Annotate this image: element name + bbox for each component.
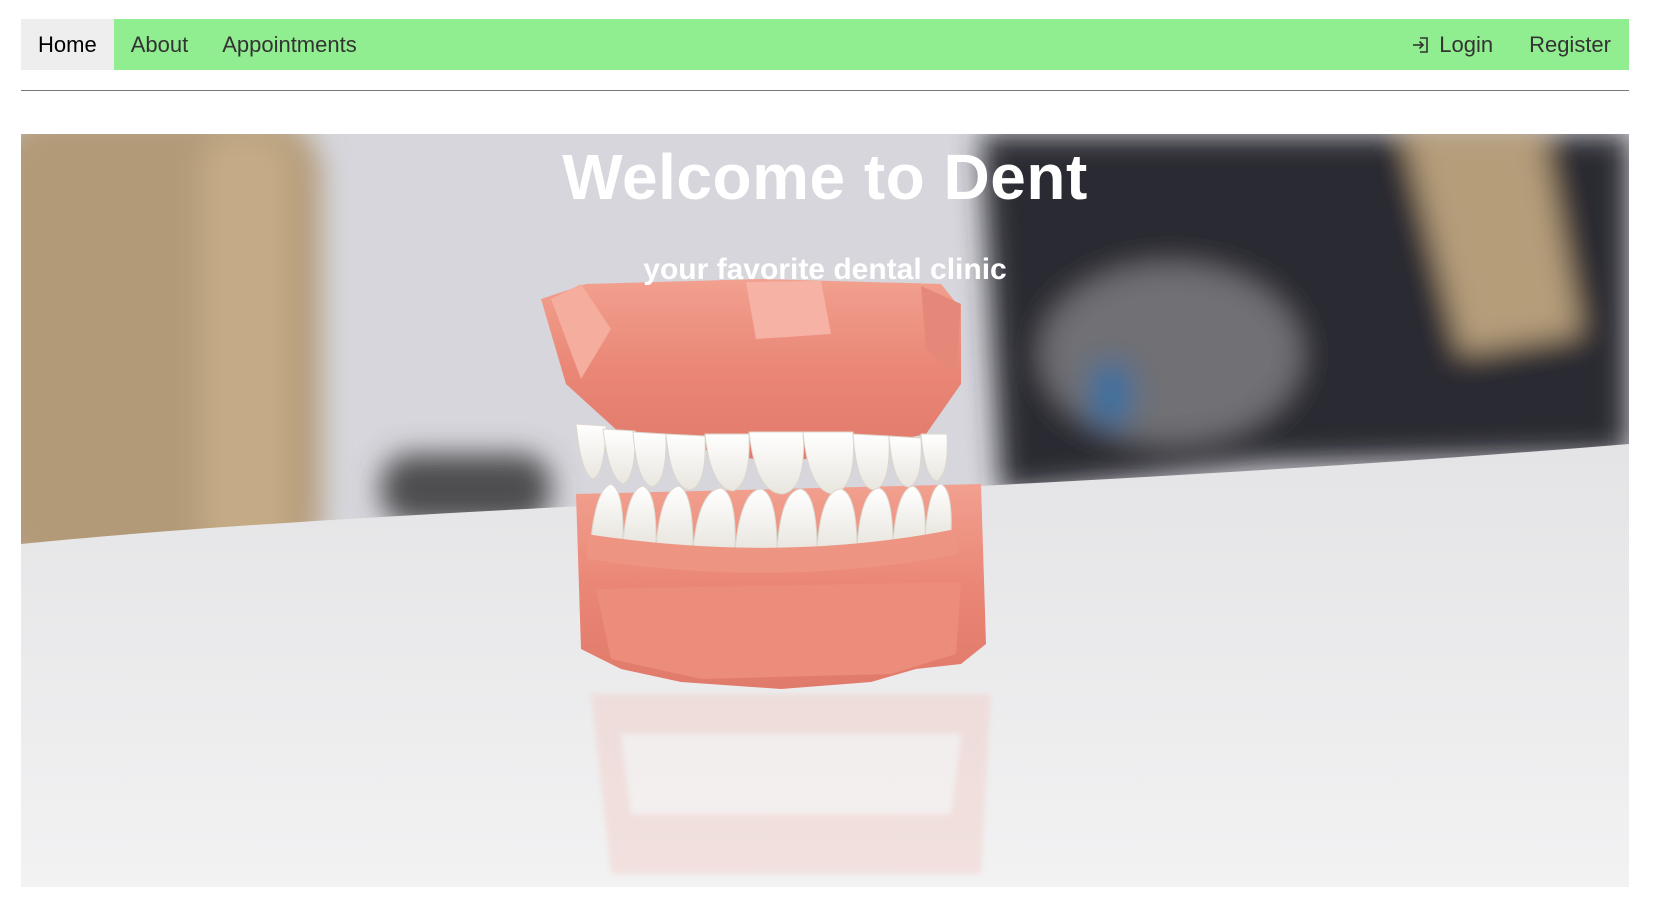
- nav-login-label: Login: [1439, 31, 1494, 57]
- hero-banner: Welcome to Dent your favorite dental cli…: [21, 134, 1629, 887]
- nav-appointments-link[interactable]: Appointments: [205, 19, 374, 70]
- hero-subtitle: your favorite dental clinic: [643, 253, 1007, 286]
- hero-image: [21, 134, 1629, 887]
- login-icon: [1413, 36, 1429, 53]
- top-navbar: Home About Appointments Login Register: [21, 19, 1629, 70]
- nav-left-group: Home About Appointments: [21, 19, 374, 70]
- nav-home-link[interactable]: Home: [21, 19, 114, 70]
- hero-title: Welcome to Dent: [562, 141, 1088, 213]
- nav-about-link[interactable]: About: [114, 19, 206, 70]
- nav-right-group: Login Register: [1393, 19, 1629, 70]
- nav-login-link[interactable]: Login: [1393, 19, 1511, 70]
- nav-register-link[interactable]: Register: [1511, 19, 1629, 70]
- header-divider: [21, 90, 1629, 91]
